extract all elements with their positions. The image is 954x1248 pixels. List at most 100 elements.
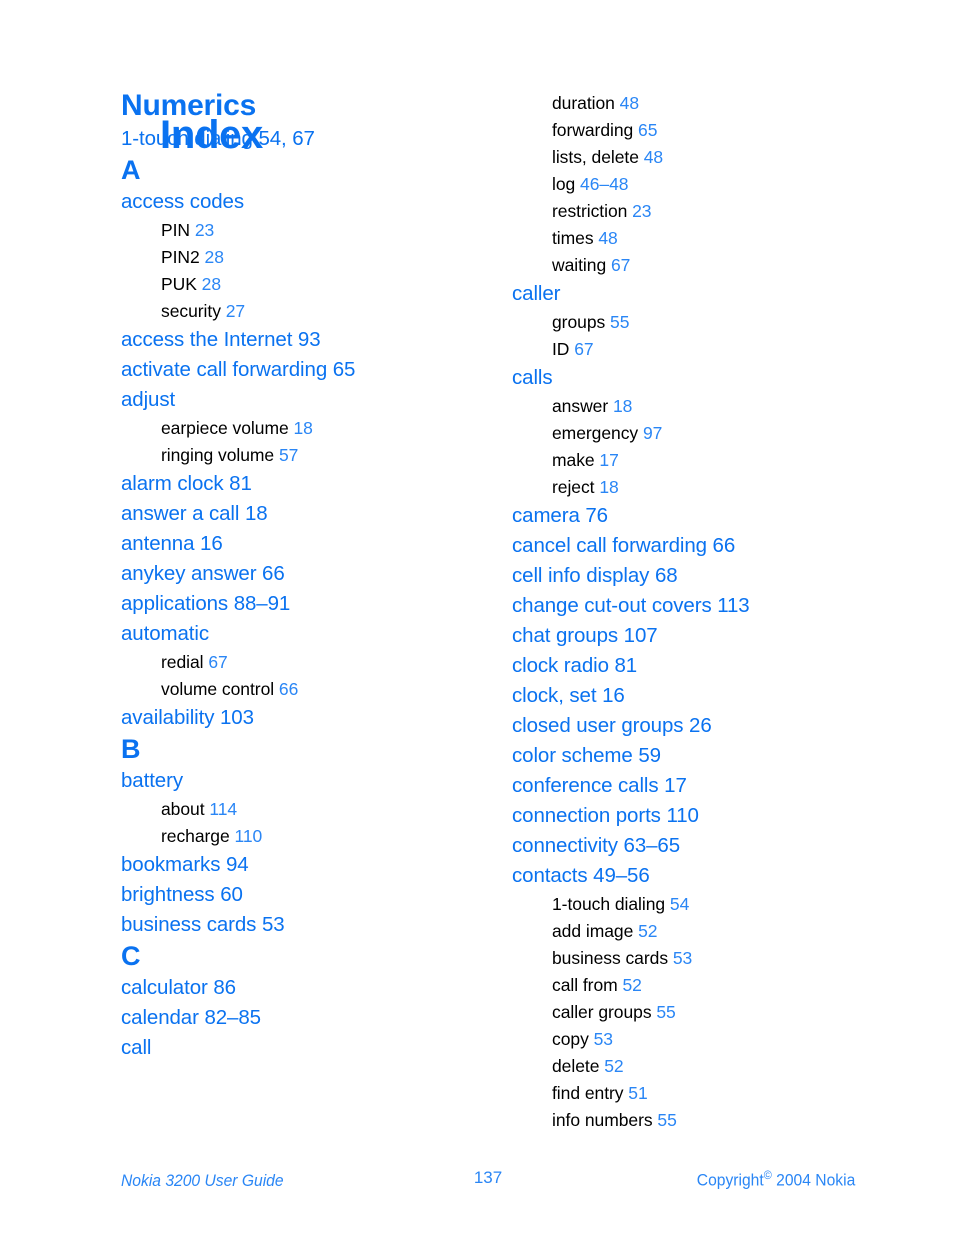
index-entry[interactable]: answer a call 18 [121, 499, 491, 529]
index-entry-pages[interactable]: 66 [279, 679, 298, 699]
index-entry[interactable]: caller [512, 279, 882, 309]
index-entry-pages[interactable]: 60 [220, 883, 243, 906]
index-entry-pages[interactable]: 55 [657, 1110, 676, 1130]
index-entry[interactable]: applications 88–91 [121, 589, 491, 619]
index-entry-pages[interactable]: 53 [673, 948, 692, 968]
index-subentry[interactable]: reject 18 [512, 474, 882, 501]
index-entry-pages[interactable]: 55 [610, 312, 629, 332]
index-entry-pages[interactable]: 67 [611, 255, 630, 275]
index-subentry[interactable]: about 114 [121, 796, 491, 823]
index-entry[interactable]: availability 103 [121, 703, 491, 733]
index-subentry[interactable]: info numbers 55 [512, 1107, 882, 1134]
index-subentry[interactable]: restriction 23 [512, 198, 882, 225]
index-entry-pages[interactable]: 94 [226, 853, 249, 876]
index-entry[interactable]: change cut-out covers 113 [512, 591, 882, 621]
index-entry-pages[interactable]: 88–91 [234, 592, 291, 615]
index-entry-pages[interactable]: 93 [298, 328, 321, 351]
index-subentry[interactable]: groups 55 [512, 309, 882, 336]
index-subentry[interactable]: answer 18 [512, 393, 882, 420]
index-entry[interactable]: antenna 16 [121, 529, 491, 559]
index-entry-pages[interactable]: 16 [602, 684, 625, 707]
index-subentry[interactable]: forwarding 65 [512, 117, 882, 144]
index-entry[interactable]: connection ports 110 [512, 801, 882, 831]
index-entry[interactable]: access the Internet 93 [121, 325, 491, 355]
index-entry-pages[interactable]: 52 [622, 975, 641, 995]
index-subentry[interactable]: make 17 [512, 447, 882, 474]
index-entry[interactable]: clock, set 16 [512, 681, 882, 711]
index-entry-pages[interactable]: 103 [220, 706, 254, 729]
index-entry-pages[interactable]: 86 [213, 976, 236, 999]
index-entry-pages[interactable]: 23 [632, 201, 651, 221]
index-entry-pages[interactable]: 81 [229, 472, 252, 495]
index-entry-pages[interactable]: 59 [638, 744, 661, 767]
index-entry[interactable]: closed user groups 26 [512, 711, 882, 741]
index-entry-pages[interactable]: 55 [656, 1002, 675, 1022]
index-subentry[interactable]: volume control 66 [121, 676, 491, 703]
index-entry-pages[interactable]: 113 [717, 594, 749, 617]
index-subentry[interactable]: PIN2 28 [121, 244, 491, 271]
index-entry[interactable]: automatic [121, 619, 491, 649]
index-entry-pages[interactable]: 97 [643, 423, 662, 443]
index-entry-pages[interactable]: 52 [604, 1056, 623, 1076]
index-entry[interactable]: bookmarks 94 [121, 850, 491, 880]
index-entry-pages[interactable]: 63–65 [624, 834, 681, 857]
index-subentry[interactable]: emergency 97 [512, 420, 882, 447]
index-entry[interactable]: 1-touch dialing 54, 67 [121, 124, 491, 154]
index-entry-pages[interactable]: 67 [208, 652, 227, 672]
index-entry-pages[interactable]: 28 [205, 247, 224, 267]
index-entry[interactable]: calendar 82–85 [121, 1003, 491, 1033]
index-subentry[interactable]: waiting 67 [512, 252, 882, 279]
index-entry-pages[interactable]: 16 [200, 532, 223, 555]
index-entry-pages[interactable]: 66 [262, 562, 285, 585]
index-entry-pages[interactable]: 114 [209, 799, 237, 819]
index-entry[interactable]: camera 76 [512, 501, 882, 531]
index-entry-pages[interactable]: 18 [293, 418, 312, 438]
index-subentry[interactable]: security 27 [121, 298, 491, 325]
index-entry[interactable]: brightness 60 [121, 880, 491, 910]
index-subentry[interactable]: recharge 110 [121, 823, 491, 850]
index-entry-pages[interactable]: 27 [226, 301, 245, 321]
index-entry[interactable]: alarm clock 81 [121, 469, 491, 499]
index-entry[interactable]: color scheme 59 [512, 741, 882, 771]
index-entry[interactable]: cell info display 68 [512, 561, 882, 591]
index-entry[interactable]: call [121, 1033, 491, 1063]
index-entry-pages[interactable]: 52 [638, 921, 657, 941]
index-entry-pages[interactable]: 48 [598, 228, 617, 248]
index-entry-pages[interactable]: 46–48 [580, 174, 628, 194]
index-entry[interactable]: activate call forwarding 65 [121, 355, 491, 385]
index-subentry[interactable]: log 46–48 [512, 171, 882, 198]
index-entry-pages[interactable]: 17 [599, 450, 618, 470]
index-entry[interactable]: connectivity 63–65 [512, 831, 882, 861]
index-entry-pages[interactable]: 110 [234, 826, 262, 846]
index-entry-pages[interactable]: 65 [638, 120, 657, 140]
index-entry-pages[interactable]: 76 [585, 504, 608, 527]
index-entry-pages[interactable]: 26 [689, 714, 712, 737]
index-entry-pages[interactable]: 68 [655, 564, 678, 587]
index-subentry[interactable]: caller groups 55 [512, 999, 882, 1026]
index-subentry[interactable]: find entry 51 [512, 1080, 882, 1107]
index-subentry[interactable]: times 48 [512, 225, 882, 252]
index-entry[interactable]: business cards 53 [121, 910, 491, 940]
index-entry-pages[interactable]: 53 [594, 1029, 613, 1049]
index-entry-pages[interactable]: 54 [670, 894, 689, 914]
index-subentry[interactable]: add image 52 [512, 918, 882, 945]
index-entry-pages[interactable]: 23 [195, 220, 214, 240]
index-entry-pages[interactable]: 18 [613, 396, 632, 416]
index-entry[interactable]: clock radio 81 [512, 651, 882, 681]
index-entry-pages[interactable]: 53 [262, 913, 285, 936]
index-entry-pages[interactable]: 82–85 [204, 1006, 261, 1029]
index-subentry[interactable]: ringing volume 57 [121, 442, 491, 469]
index-subentry[interactable]: copy 53 [512, 1026, 882, 1053]
index-entry[interactable]: calls [512, 363, 882, 393]
index-entry[interactable]: adjust [121, 385, 491, 415]
index-entry[interactable]: contacts 49–56 [512, 861, 882, 891]
index-entry-pages[interactable]: 67 [574, 339, 593, 359]
index-subentry[interactable]: PIN 23 [121, 217, 491, 244]
index-entry-pages[interactable]: 17 [664, 774, 687, 797]
index-entry-pages[interactable]: 107 [624, 624, 658, 647]
index-entry[interactable]: battery [121, 766, 491, 796]
index-entry-pages[interactable]: 65 [333, 358, 356, 381]
index-entry-pages[interactable]: 48 [620, 93, 639, 113]
index-subentry[interactable]: ID 67 [512, 336, 882, 363]
index-entry[interactable]: anykey answer 66 [121, 559, 491, 589]
